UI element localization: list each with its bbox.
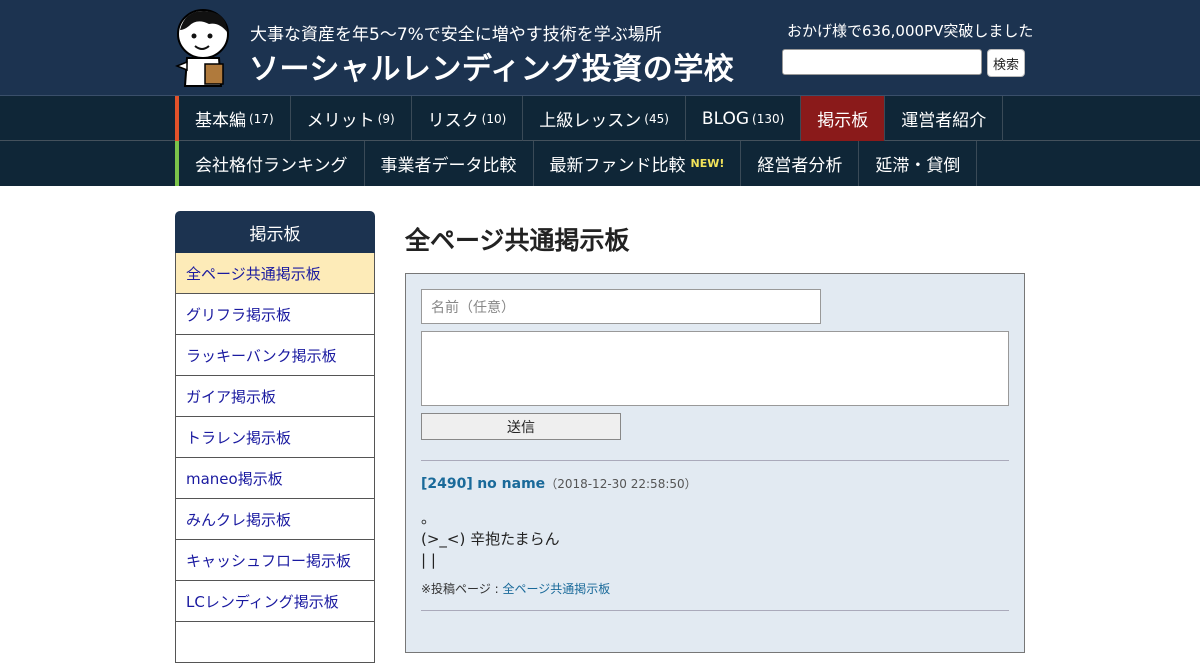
post-line: (>_<) 辛抱たまらん [421, 530, 560, 548]
sidebar-title: 掲示板 [175, 211, 375, 253]
nav-label: 運営者紹介 [901, 111, 987, 131]
nav-label: 上級レッスン [539, 111, 642, 131]
nav-label: 会社格付ランキング [195, 156, 348, 176]
post-source: ※投稿ページ : 全ページ共通掲示板 [421, 580, 610, 597]
secondary-nav: 会社格付ランキング 事業者データ比較 最新ファンド比較 NEW! 経営者分析 延滞… [0, 141, 1200, 186]
sidebar-item-gaia[interactable]: ガイア掲示板 [175, 376, 375, 417]
message-textarea[interactable] [421, 331, 1009, 406]
nav-label: 掲示板 [817, 111, 869, 131]
pv-count-text: おかげ様で636,000PV突破しました [787, 22, 1034, 40]
sidebar-item-lc-lending[interactable]: LCレンディング掲示板 [175, 581, 375, 622]
search-button[interactable]: 検索 [987, 49, 1025, 77]
sidebar-item-luckybank[interactable]: ラッキーバンク掲示板 [175, 335, 375, 376]
sidebar-item-toraren[interactable]: トラレン掲示板 [175, 417, 375, 458]
nav-count: (9) [377, 111, 395, 126]
divider [421, 460, 1009, 461]
page-title: 全ページ共通掲示板 [405, 226, 630, 255]
primary-nav: 基本編 (17) メリット (9) リスク (10) 上級レッスン (45) BLOG(… [0, 96, 1200, 141]
nav-item-rating-ranking[interactable]: 会社格付ランキング [179, 141, 365, 186]
nav-item-default[interactable]: 延滞・貸倒 [859, 141, 978, 186]
nav-label: 経営者分析 [757, 156, 843, 176]
nav-label: 事業者データ比較 [380, 156, 517, 176]
nav-item-merits[interactable]: メリット (9) [291, 96, 412, 141]
site-title[interactable]: ソーシャルレンディング投資の学校 [249, 44, 734, 88]
mascot-logo-icon[interactable] [175, 8, 235, 88]
post-author: no name [477, 476, 546, 492]
site-tagline: 大事な資産を年5～7%で安全に増やす技術を学ぶ場所 [250, 25, 662, 45]
nav-item-basics[interactable]: 基本編 (17) [179, 96, 291, 141]
nav-count: (130) [752, 111, 785, 126]
nav-label: メリット [306, 111, 375, 131]
nav-item-ceo-analysis[interactable]: 経営者分析 [741, 141, 860, 186]
board-panel: 名前（任意） 送信 [2490] no name（2018-12-30 22:5… [405, 273, 1025, 653]
nav-item-advanced[interactable]: 上級レッスン (45) [523, 96, 686, 141]
search-input[interactable] [782, 49, 982, 75]
nav-item-risks[interactable]: リスク (10) [412, 96, 524, 141]
sidebar-item-cashflow[interactable]: キャッシュフロー掲示板 [175, 540, 375, 581]
name-field[interactable]: 名前（任意） [421, 289, 821, 324]
nav-item-blog[interactable]: BLOG (130) [686, 96, 802, 141]
nav-item-board[interactable]: 掲示板 [801, 96, 886, 141]
sidebar-item-common-board[interactable]: 全ページ共通掲示板 [175, 253, 375, 294]
nav-label: 最新ファンド比較 [549, 156, 686, 176]
sidebar: 掲示板 全ページ共通掲示板 グリフラ掲示板 ラッキーバンク掲示板 ガイア掲示板 … [175, 211, 375, 663]
post-source-prefix: ※投稿ページ : [421, 582, 503, 596]
post-source-link[interactable]: 全ページ共通掲示板 [503, 582, 611, 596]
nav-label: BLOG [701, 108, 750, 129]
nav-count: (17) [249, 111, 274, 126]
post-date: （2018-12-30 22:58:50） [545, 477, 697, 491]
nav-item-about[interactable]: 運営者紹介 [885, 96, 1004, 141]
site-header: 大事な資産を年5～7%で安全に増やす技術を学ぶ場所 ソーシャルレンディング投資の… [0, 0, 1200, 96]
nav-label: 延滞・貸倒 [875, 156, 961, 176]
nav-label: リスク [427, 111, 479, 131]
sidebar-item-maneo[interactable]: maneo掲示板 [175, 458, 375, 499]
nav-count: (45) [644, 111, 669, 126]
submit-button[interactable]: 送信 [421, 413, 621, 440]
nav-count: (10) [481, 111, 507, 126]
divider [421, 610, 1009, 611]
sidebar-item-grifra[interactable]: グリフラ掲示板 [175, 294, 375, 335]
nav-item-operator-data[interactable]: 事業者データ比較 [365, 141, 534, 186]
post-line: | | [421, 551, 436, 569]
nav-item-fund-compare[interactable]: 最新ファンド比較 NEW! [534, 141, 742, 186]
new-badge: NEW! [690, 157, 725, 170]
post-id[interactable]: [2490] [421, 476, 473, 492]
sidebar-item-more[interactable] [175, 622, 375, 663]
sidebar-item-minkure[interactable]: みんクレ掲示板 [175, 499, 375, 540]
post-header: [2490] no name（2018-12-30 22:58:50） [421, 475, 697, 492]
post-line: 。 [421, 509, 437, 527]
nav-label: 基本編 [195, 111, 246, 131]
